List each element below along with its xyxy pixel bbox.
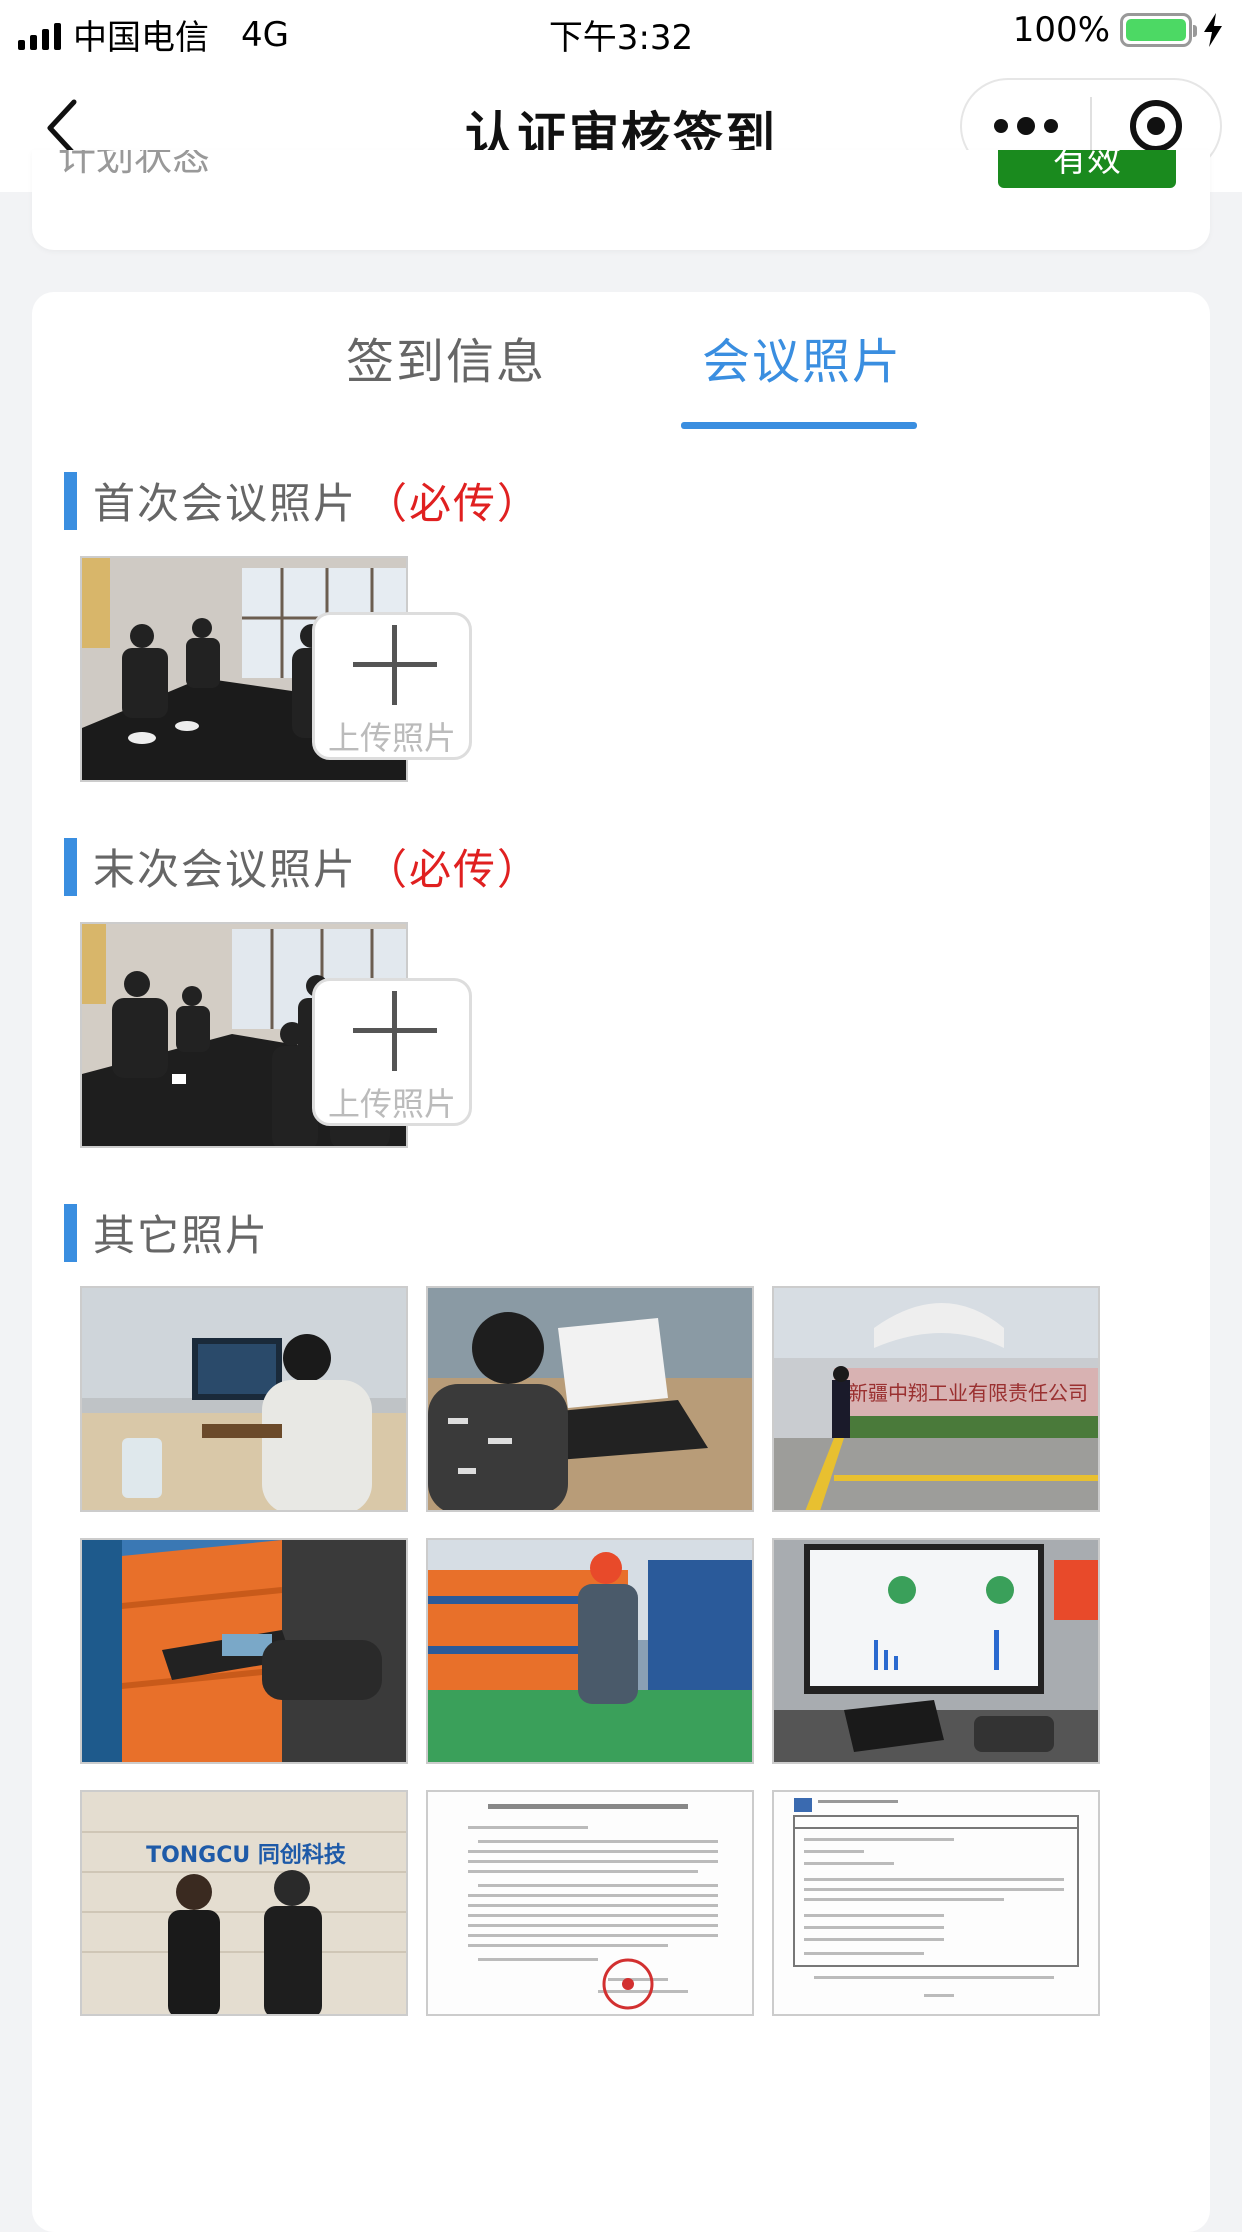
status-badge: 有效 [998, 150, 1176, 188]
other-photo-1[interactable] [80, 1286, 408, 1512]
section-accent-bar [64, 471, 77, 530]
dashboard-monitor-photo [774, 1540, 1098, 1762]
upload-last-photo-button[interactable]: 上传照片 [312, 978, 472, 1126]
tab-checkin-info[interactable]: 签到信息 [346, 322, 546, 392]
two-people-logo-wall-photo: TONGCU 同创科技 [82, 1792, 406, 2014]
section-other-photos: 其它照片 [64, 1202, 269, 1263]
target-circle-icon [1129, 100, 1182, 152]
upload-label: 上传照片 [327, 719, 456, 757]
upload-label: 上传照片 [327, 1085, 456, 1123]
tab-bar: 签到信息 会议照片 [32, 292, 1210, 432]
other-photo-5[interactable] [426, 1538, 754, 1764]
warehouse-worker-photo [428, 1540, 752, 1762]
other-photo-3[interactable]: 新疆中翔工业有限责任公司 [772, 1286, 1100, 1512]
plan-status-label: 计划状态 [58, 150, 211, 179]
other-photo-7[interactable]: TONGCU 同创科技 [80, 1790, 408, 2016]
section-title-first: 首次会议照片 [93, 479, 358, 528]
section-first-meeting: 首次会议照片 （必传） [64, 470, 541, 531]
section-accent-bar [64, 1203, 77, 1262]
battery-icon [1120, 13, 1197, 47]
meeting-photos-card: 签到信息 会议照片 首次会议照片 （必传） 上传照片 末次会议照片 （必传） 上… [32, 292, 1210, 2232]
company-sign-text: 新疆中翔工业有限责任公司 [848, 1381, 1088, 1405]
more-dots-icon [994, 117, 1058, 135]
battery-percent: 100% [1012, 10, 1110, 50]
other-photo-8[interactable] [426, 1790, 754, 2016]
section-last-meeting: 末次会议照片 （必传） [64, 836, 541, 897]
laptop-operator-photo [428, 1288, 752, 1510]
tab-meeting-photos[interactable]: 会议照片 [702, 322, 902, 392]
other-photo-9[interactable] [772, 1790, 1100, 2016]
office-desk-photo [82, 1288, 406, 1510]
active-tab-indicator [681, 422, 917, 429]
status-bar: 中国电信 4G 下午3:32 100% [0, 0, 1242, 62]
company-entrance-photo: 新疆中翔工业有限责任公司 [774, 1288, 1098, 1510]
letter-document-photo [428, 1792, 752, 2014]
charging-bolt-icon [1204, 13, 1222, 47]
plan-status-card: 计划状态 有效 [32, 150, 1210, 250]
required-tag: （必传） [365, 845, 542, 894]
other-photo-6[interactable] [772, 1538, 1100, 1764]
section-accent-bar [64, 837, 77, 896]
other-photo-4[interactable] [80, 1538, 408, 1764]
section-title-other: 其它照片 [93, 1211, 270, 1260]
form-document-photo [774, 1792, 1098, 2014]
warehouse-scanner-photo [82, 1540, 406, 1762]
upload-first-photo-button[interactable]: 上传照片 [312, 612, 472, 760]
required-tag: （必传） [365, 479, 542, 528]
logo-wall-text: TONGCU 同创科技 [146, 1843, 347, 1868]
status-right: 100% [1013, 10, 1224, 50]
section-title-last: 末次会议照片 [93, 845, 358, 894]
other-photo-2[interactable] [426, 1286, 754, 1512]
